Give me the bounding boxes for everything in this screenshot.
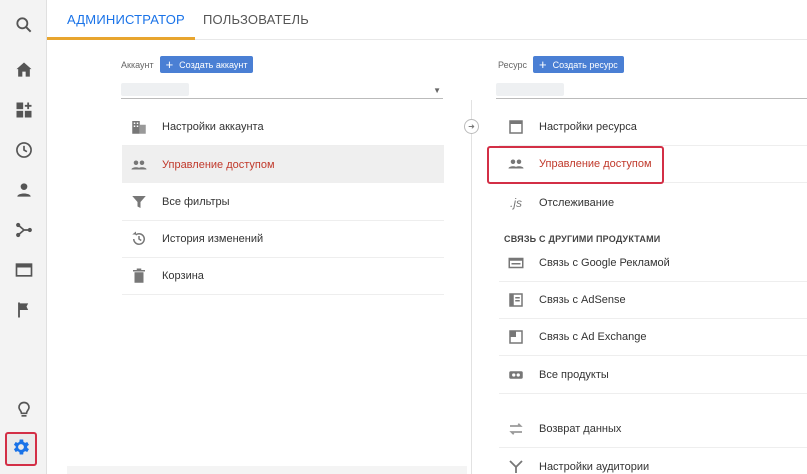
person-icon[interactable] [0, 170, 47, 210]
people-icon [128, 156, 150, 174]
menu-label: Все фильтры [162, 196, 230, 208]
menu-label: Настройки аудитории [539, 460, 650, 473]
flag-icon[interactable] [0, 290, 47, 330]
square-icon [505, 118, 527, 136]
menu-all-products[interactable]: Все продукты [499, 357, 807, 394]
arrow-right-icon: ➜ [464, 119, 479, 134]
menu-change-history[interactable]: История изменений [122, 221, 444, 258]
menu-link-google-ads[interactable]: Связь с Google Рекламой [499, 245, 807, 282]
menu-tracking[interactable]: .js Отслеживание [499, 184, 807, 221]
access-management-highlight [487, 146, 664, 184]
search-icon[interactable] [0, 5, 47, 45]
property-label: Ресурс [498, 59, 528, 70]
history-icon [128, 230, 150, 248]
audience-icon [505, 458, 527, 474]
chevron-down-icon: ▼ [433, 86, 441, 95]
plus-icon: + [539, 57, 547, 72]
menu-audience-settings[interactable]: Настройки аудитории [499, 448, 807, 474]
menu-all-filters[interactable]: Все фильтры [122, 184, 444, 221]
swap-icon [505, 420, 527, 438]
plus-icon: + [165, 57, 174, 72]
menu-label: Все продукты [539, 369, 609, 381]
create-account-button[interactable]: + Создать аккаунт [159, 56, 254, 73]
admin-tabs: АДМИНИСТРАТОР ПОЛЬЗОВАТЕЛЬ [47, 0, 807, 40]
customization-icon[interactable] [0, 90, 47, 130]
property-selector[interactable] [496, 81, 807, 99]
admin-gear-button[interactable] [5, 432, 37, 466]
column-divider [471, 100, 472, 474]
account-label: Аккаунт [121, 59, 154, 70]
adsense-icon [505, 291, 527, 309]
menu-label: Возврат данных [539, 423, 622, 435]
create-property-button[interactable]: + Создать ресурс [533, 56, 624, 73]
menu-account-access-management[interactable]: Управление доступом [122, 146, 444, 183]
menu-label: Настройки ресурса [539, 121, 637, 133]
acquisition-icon[interactable] [0, 210, 47, 250]
create-property-label: Создать ресурс [552, 59, 618, 70]
menu-link-ad-exchange[interactable]: Связь с Ad Exchange [499, 319, 807, 356]
menu-label: Отслеживание [539, 196, 615, 209]
tab-user[interactable]: ПОЛЬЗОВАТЕЛЬ [203, 0, 309, 40]
menu-account-settings[interactable]: Настройки аккаунта [122, 109, 444, 146]
link-icon [505, 366, 527, 384]
menu-data-import[interactable]: Возврат данных [499, 411, 807, 448]
menu-label: Корзина [162, 270, 204, 282]
active-tab-indicator [47, 37, 195, 40]
account-header: Аккаунт + Создать аккаунт [121, 56, 254, 73]
clock-icon[interactable] [0, 130, 47, 170]
account-selector[interactable]: ▼ [121, 81, 443, 99]
property-header: Ресурс + Создать ресурс [498, 56, 624, 73]
adexchange-icon [505, 328, 527, 346]
behavior-icon[interactable] [0, 250, 47, 290]
trash-icon [128, 267, 150, 285]
menu-label: Связь с AdSense [539, 294, 626, 306]
ads-icon [505, 254, 527, 272]
js-icon: .js [510, 195, 522, 210]
menu-label: История изменений [162, 233, 264, 245]
property-selector-value [496, 83, 564, 96]
building-icon [128, 118, 150, 136]
horizontal-scrollbar[interactable] [67, 466, 467, 474]
lightbulb-icon[interactable] [0, 390, 47, 430]
menu-label: Настройки аккаунта [162, 121, 264, 133]
menu-label: Связь с Ad Exchange [539, 331, 647, 343]
filter-icon [128, 193, 150, 211]
home-icon[interactable] [0, 50, 47, 90]
menu-link-adsense[interactable]: Связь с AdSense [499, 282, 807, 319]
create-account-label: Создать аккаунт [179, 59, 248, 70]
gear-icon [11, 437, 31, 462]
linked-products-heading: СВЯЗЬ С ДРУГИМИ ПРОДУКТАМИ [504, 234, 661, 244]
menu-label: Связь с Google Рекламой [539, 257, 670, 269]
menu-label: Управление доступом [162, 158, 275, 171]
menu-property-settings[interactable]: Настройки ресурса [499, 109, 807, 146]
left-nav-rail [0, 0, 47, 474]
menu-trash[interactable]: Корзина [122, 258, 444, 295]
tab-admin[interactable]: АДМИНИСТРАТОР [67, 0, 185, 40]
account-selector-value [121, 83, 189, 96]
